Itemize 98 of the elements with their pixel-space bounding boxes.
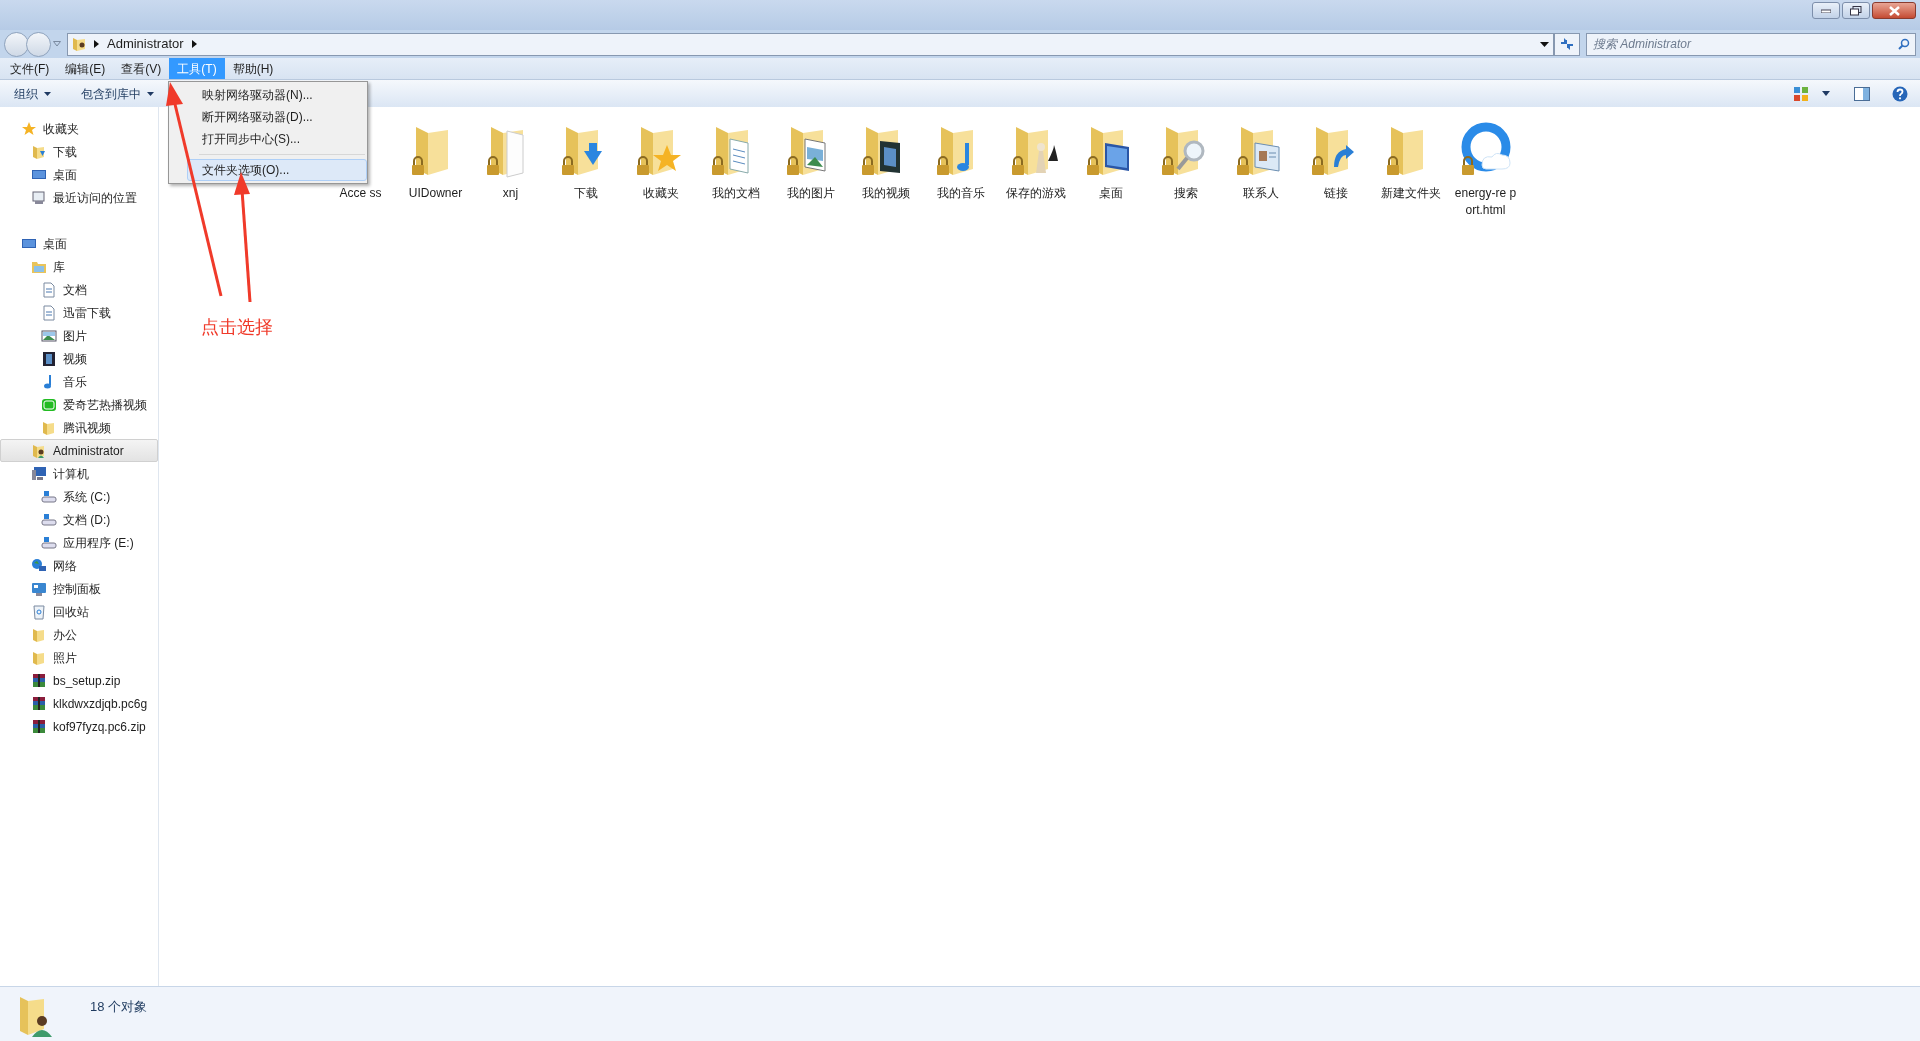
archive-icon bbox=[31, 718, 47, 735]
archive-icon bbox=[31, 695, 47, 712]
sidebar-item[interactable]: 腾讯视频 bbox=[0, 416, 158, 439]
restore-button[interactable] bbox=[1842, 2, 1870, 19]
recent-places-icon bbox=[31, 189, 47, 206]
document-icon bbox=[41, 281, 57, 298]
sidebar-item[interactable]: 爱奇艺热播视频 bbox=[0, 393, 158, 416]
sidebar-item[interactable]: 迅雷下载 bbox=[0, 301, 158, 324]
search-icon[interactable] bbox=[1898, 37, 1910, 50]
minimize-icon bbox=[1821, 8, 1831, 13]
file-name[interactable]: 保存的游戏 bbox=[1004, 185, 1067, 202]
sidebar-item[interactable]: 网络 bbox=[0, 554, 158, 577]
item-count: 18 个对象 bbox=[90, 998, 148, 1016]
document-icon bbox=[41, 304, 57, 321]
annotation-text: 点击选择 bbox=[201, 316, 273, 339]
file-name[interactable]: 新建文件夹 bbox=[1379, 185, 1442, 202]
refresh-button[interactable] bbox=[1554, 32, 1580, 56]
preview-pane-icon[interactable] bbox=[1854, 86, 1870, 101]
tv-icon bbox=[41, 396, 57, 413]
menu-item[interactable]: 断开网络驱动器(D)... bbox=[187, 106, 367, 128]
film-icon bbox=[41, 350, 57, 367]
sidebar-item[interactable]: 办公 bbox=[0, 623, 158, 646]
sidebar-item[interactable]: Administrator bbox=[0, 439, 158, 462]
drive-icon bbox=[41, 488, 57, 505]
breadcrumb-item[interactable]: Administrator bbox=[107, 34, 184, 54]
file-name[interactable]: xnj bbox=[479, 185, 542, 202]
sidebar-item[interactable]: 最近访问的位置 bbox=[0, 186, 158, 209]
user-folder-icon bbox=[31, 442, 47, 459]
folder-icon bbox=[31, 626, 47, 643]
picture-icon bbox=[41, 327, 57, 344]
star-icon bbox=[21, 120, 37, 137]
drive-icon bbox=[41, 511, 57, 528]
file-name[interactable]: 我的音乐 bbox=[929, 185, 992, 202]
sidebar-item[interactable]: 系统 (C:) bbox=[0, 485, 158, 508]
dropdown-icon[interactable] bbox=[1540, 41, 1549, 47]
sidebar-item[interactable]: 音乐 bbox=[0, 370, 158, 393]
sidebar-item[interactable]: bs_setup.zip bbox=[0, 669, 158, 692]
file-name[interactable]: Acce ss bbox=[329, 185, 392, 202]
file-name[interactable]: 我的视频 bbox=[854, 185, 917, 202]
sidebar-item[interactable]: klkdwxzdjqb.pc6g bbox=[0, 692, 158, 715]
sidebar-item[interactable]: 收藏夹 bbox=[0, 117, 158, 140]
file-name[interactable]: 链接 bbox=[1304, 185, 1367, 202]
file-name[interactable]: 我的文档 bbox=[704, 185, 767, 202]
restore-icon bbox=[1850, 5, 1862, 16]
menu-item[interactable]: 编辑(E) bbox=[57, 58, 114, 79]
sidebar-item[interactable]: 文档 bbox=[0, 278, 158, 301]
sidebar-item[interactable]: 照片 bbox=[0, 646, 158, 669]
sidebar-item[interactable]: 控制面板 bbox=[0, 577, 158, 600]
menu-item[interactable]: 文件夹选项(O)... bbox=[187, 159, 367, 181]
control-panel-icon bbox=[31, 580, 47, 597]
address-bar[interactable]: Administrator bbox=[67, 32, 1554, 56]
download-folder-icon bbox=[31, 143, 47, 160]
sidebar-item[interactable]: 文档 (D:) bbox=[0, 508, 158, 531]
chevron-icon[interactable] bbox=[94, 40, 99, 48]
sidebar-item[interactable]: 下载 bbox=[0, 140, 158, 163]
sidebar-item[interactable]: 应用程序 (E:) bbox=[0, 531, 158, 554]
sidebar-item[interactable]: 桌面 bbox=[0, 232, 158, 255]
drive-icon bbox=[41, 534, 57, 551]
help-icon[interactable] bbox=[1892, 85, 1908, 102]
menu-item[interactable]: 帮助(H) bbox=[224, 58, 282, 79]
file-name[interactable]: UIDowner bbox=[404, 185, 467, 202]
computer-icon bbox=[31, 465, 47, 482]
file-name[interactable]: 搜索 bbox=[1154, 185, 1217, 202]
file-name[interactable]: 我的图片 bbox=[779, 185, 842, 202]
menu-item[interactable]: 查看(V) bbox=[113, 58, 170, 79]
sidebar-item[interactable]: 视频 bbox=[0, 347, 158, 370]
file-name[interactable]: 收藏夹 bbox=[629, 185, 692, 202]
caret-icon bbox=[44, 91, 51, 96]
sidebar-item[interactable]: 图片 bbox=[0, 324, 158, 347]
toolbar-dropdown-button[interactable]: 组织 bbox=[10, 84, 55, 103]
file-name[interactable]: 联系人 bbox=[1229, 185, 1292, 202]
menu-item[interactable]: 映射网络驱动器(N)... bbox=[187, 84, 367, 106]
caret-icon[interactable] bbox=[1822, 91, 1830, 96]
search-field[interactable]: 搜索 Administrator bbox=[1586, 32, 1916, 56]
view-options-icon[interactable] bbox=[1794, 86, 1808, 101]
folder-icon bbox=[41, 419, 57, 436]
user-folder-icon bbox=[72, 36, 86, 52]
caret-icon bbox=[147, 91, 154, 96]
forward-button[interactable] bbox=[26, 31, 51, 57]
sidebar-item[interactable]: 库 bbox=[0, 255, 158, 278]
menu-item[interactable]: 文件(F) bbox=[2, 58, 58, 79]
sidebar-item[interactable]: 计算机 bbox=[0, 462, 158, 485]
archive-icon bbox=[31, 672, 47, 689]
network-icon bbox=[31, 557, 47, 574]
sidebar-item[interactable]: 桌面 bbox=[0, 163, 158, 186]
refresh-icon bbox=[1559, 37, 1575, 51]
chevron-icon[interactable] bbox=[191, 40, 197, 48]
toolbar-dropdown-button[interactable]: 包含到库中 bbox=[77, 84, 158, 103]
sidebar-item[interactable]: kof97fyzq.pc6.zip bbox=[0, 715, 158, 738]
close-button[interactable] bbox=[1872, 2, 1916, 19]
file-name[interactable]: 桌面 bbox=[1079, 185, 1142, 202]
close-icon bbox=[1888, 5, 1900, 16]
sidebar-item[interactable]: 回收站 bbox=[0, 600, 158, 623]
recycle-bin-icon bbox=[31, 603, 47, 620]
file-name[interactable]: energy-re port.html bbox=[1454, 185, 1517, 219]
menu-item[interactable]: 打开同步中心(S)... bbox=[187, 128, 367, 150]
file-name[interactable]: 下载 bbox=[554, 185, 617, 202]
folder-icon bbox=[31, 649, 47, 666]
